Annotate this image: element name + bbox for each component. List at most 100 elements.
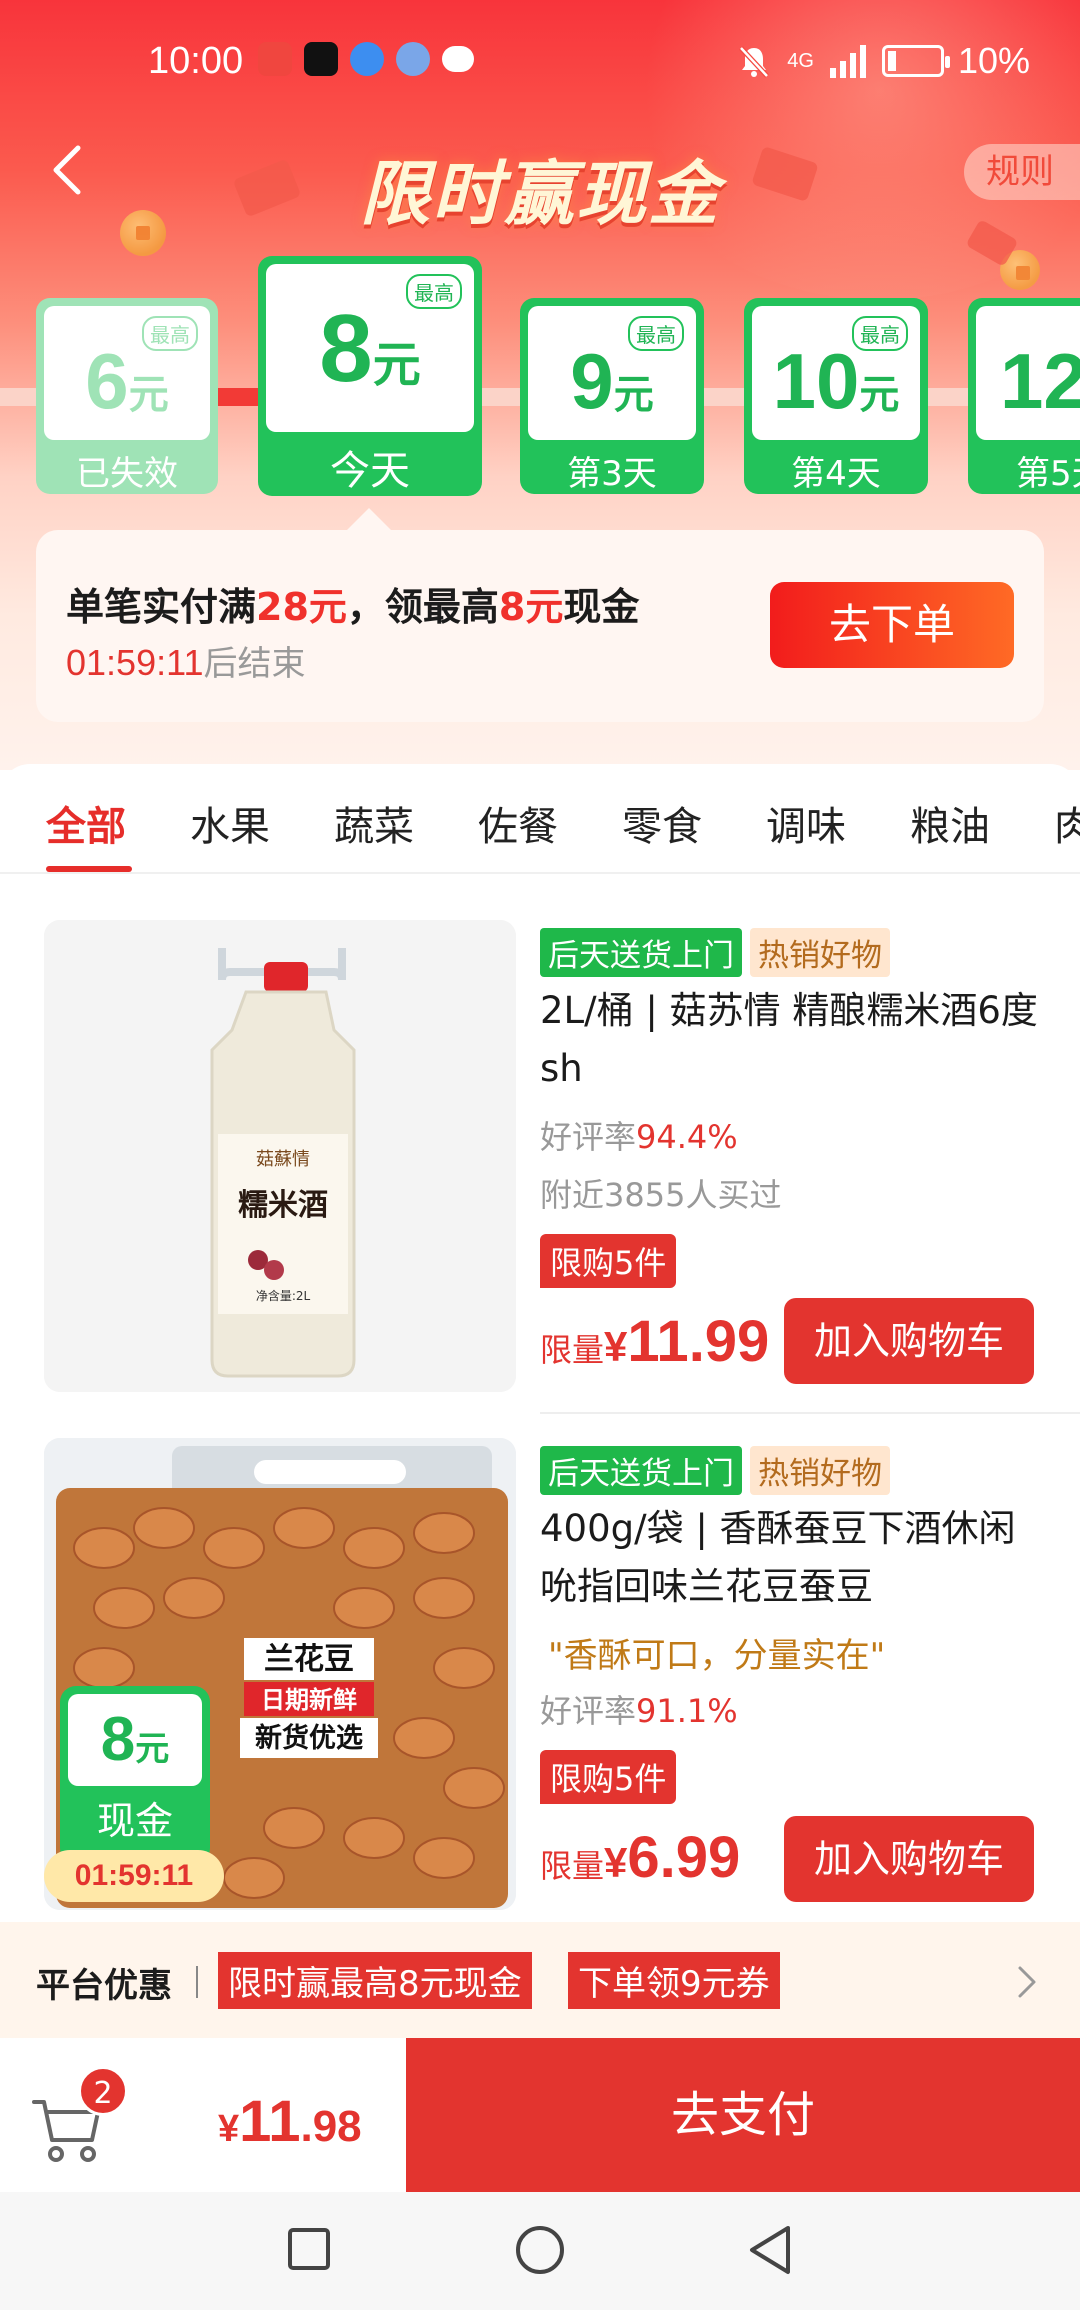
tiktok-app-icon	[304, 42, 338, 76]
product-card[interactable]: 菇蘇情 糯米酒 净含量:2L 后天送货上门 热销好物 2L/桶 | 菇苏情 精酿…	[0, 920, 1080, 1392]
day-amount: 12	[1000, 306, 1080, 427]
price-value: 11.99	[627, 1309, 770, 1374]
day-card-amount-box: 最高 10元	[752, 306, 920, 440]
bottle-name-text: 糯米酒	[238, 1188, 328, 1223]
promo-text: ，领最高	[346, 585, 499, 629]
cash-reward-tag: 限时赢最高8元现金	[218, 1952, 532, 2009]
promo-condition: 单笔实付满28元，领最高8元现金	[66, 576, 639, 631]
rating-value: 94.4%	[636, 1118, 738, 1156]
delivery-tag: 后天送货上门	[540, 928, 742, 977]
cart-count-badge: 2	[78, 2066, 128, 2116]
coupon-tag: 下单领9元券	[568, 1952, 780, 2009]
tab-meat[interactable]: 肉	[1054, 794, 1080, 852]
cash-amount-value: 8	[100, 1705, 136, 1774]
product-rating: 好评率94.4%	[540, 1112, 738, 1158]
day-amount-unit: 元	[859, 373, 900, 417]
total-decimal: .98	[300, 2102, 362, 2151]
status-bar: 10:00 4G 10%	[0, 0, 1080, 120]
day-card-amount-box: 12	[976, 306, 1080, 440]
status-time: 10:00	[148, 40, 244, 82]
pay-button[interactable]: 去支付	[406, 2038, 1080, 2192]
battery-percent: 10%	[957, 40, 1030, 81]
browser-app-icon	[350, 42, 384, 76]
rating-label: 好评率	[540, 1118, 637, 1156]
promo-panel: 单笔实付满28元，领最高8元现金 01:59:11后结束 去下单	[36, 530, 1044, 722]
tab-vegetables[interactable]: 蔬菜	[334, 794, 414, 852]
cash-overlay-countdown: 01:59:11	[44, 1850, 224, 1902]
day-card-3[interactable]: 最高 9元 第3天	[520, 298, 704, 494]
product-card[interactable]: 兰花豆 日期新鲜 新货优选 8元 现金 01:59:11 后天送货上门 热销好物…	[0, 1438, 1080, 1910]
product-image[interactable]: 菇蘇情 糯米酒 净含量:2L	[44, 920, 516, 1392]
signal-icon	[829, 45, 866, 78]
currency-symbol: ¥	[218, 2108, 240, 2150]
product-image[interactable]: 兰花豆 日期新鲜 新货优选 8元 现金 01:59:11	[44, 1438, 516, 1910]
category-tabs: 全部 水果 蔬菜 佐餐 零食 调味 粮油 肉	[0, 764, 1080, 874]
place-order-button[interactable]: 去下单	[770, 582, 1014, 668]
promo-text: 现金	[563, 585, 640, 629]
platform-discount-bar[interactable]: 平台优惠 限时赢最高8元现金 下单领9元券	[0, 1922, 1080, 2038]
product-price: 限量¥11.99	[540, 1308, 769, 1375]
day-amount-value: 12	[1000, 337, 1080, 425]
add-to-cart-button[interactable]: 加入购物车	[784, 1298, 1034, 1384]
delivery-tag: 后天送货上门	[540, 1446, 742, 1495]
day-label: 第4天	[791, 454, 881, 494]
add-to-cart-button[interactable]: 加入购物车	[784, 1816, 1034, 1902]
page-title: 限时赢现金	[360, 153, 720, 235]
day-label: 已失效	[76, 454, 178, 494]
cash-amount-unit: 元	[135, 1730, 170, 1768]
tab-grain-oil[interactable]: 粮油	[910, 794, 990, 852]
day-amount-value: 6	[85, 337, 129, 425]
rating-label: 好评率	[540, 1692, 637, 1730]
promo-countdown: 01:59:11后结束	[66, 636, 305, 685]
currency-symbol: ¥	[604, 1323, 628, 1370]
day-card-amount-box: 最高 9元	[528, 306, 696, 440]
product-buyers: 附近3855人买过	[540, 1176, 782, 1214]
price-prefix: 限量	[540, 1847, 605, 1885]
bottle-brand-text: 菇蘇情	[256, 1149, 310, 1170]
purchase-limit-tag: 限购5件	[540, 1234, 677, 1288]
chevron-right-icon[interactable]	[1012, 1962, 1040, 2002]
product-divider	[540, 1412, 1080, 1414]
promo-text: 单笔实付满	[66, 585, 257, 629]
max-badge: 最高	[142, 316, 198, 351]
tab-snacks[interactable]: 零食	[622, 794, 702, 852]
promo-reward: 8元	[498, 585, 564, 629]
hero-banner: 10:00 4G 10% 限时赢现金 规则 最高 6元 已失效 最高 8元 今天…	[0, 0, 1080, 770]
total-integer: 11	[239, 2089, 301, 2154]
day-card-amount-box: 最高 8元	[266, 264, 474, 432]
product-tags: 后天送货上门 热销好物	[540, 1446, 890, 1495]
tab-seasoning[interactable]: 调味	[766, 794, 846, 852]
max-badge: 最高	[406, 274, 462, 309]
countdown-suffix: 后结束	[203, 644, 306, 684]
rules-button[interactable]: 规则	[964, 144, 1080, 200]
message-app-icon	[442, 46, 474, 72]
purchase-limit-tag: 限购5件	[540, 1750, 677, 1804]
bell-mute-icon	[739, 46, 770, 78]
day-amount-value: 8	[319, 295, 373, 402]
day-card-4[interactable]: 最高 10元 第4天	[744, 298, 928, 494]
current-day-pointer	[345, 508, 393, 532]
day-label: 第3天	[567, 454, 657, 494]
status-indicators: 4G 10%	[735, 40, 1030, 82]
day-card-1[interactable]: 最高 6元 已失效	[36, 298, 218, 494]
day-card-2[interactable]: 最高 8元 今天	[258, 256, 482, 496]
product-title[interactable]: 2L/桶 | 菇苏情 精酿糯米酒6度sh	[540, 982, 1040, 1098]
tab-side-dishes[interactable]: 佐餐	[478, 794, 558, 852]
total-price: ¥11.98	[218, 2088, 362, 2155]
day-card-5[interactable]: 12 第5天	[968, 298, 1080, 494]
network-type: 4G	[787, 50, 814, 72]
checkout-bar: 2 ¥11.98 去支付	[0, 2038, 1080, 2192]
recent-apps-icon[interactable]	[284, 2224, 334, 2274]
cash-overlay-label: 现金	[96, 1799, 173, 1843]
product-title[interactable]: 400g/袋 | 香酥蚕豆下酒休闲吮指回味兰花豆蚕豆	[540, 1500, 1040, 1616]
tab-fruit[interactable]: 水果	[190, 794, 270, 852]
product-quote: "香酥可口，分量实在"	[548, 1636, 886, 1676]
cash-overlay-badge: 8元 现金	[60, 1686, 210, 1864]
tab-all[interactable]: 全部	[46, 794, 126, 852]
home-icon[interactable]	[512, 2222, 568, 2278]
system-navigation-bar	[0, 2192, 1080, 2310]
bag-fresh-text: 日期新鲜	[261, 1686, 357, 1714]
back-triangle-icon[interactable]	[744, 2222, 796, 2278]
day-amount-value: 9	[570, 337, 614, 425]
product-rating: 好评率91.1%	[540, 1686, 738, 1732]
